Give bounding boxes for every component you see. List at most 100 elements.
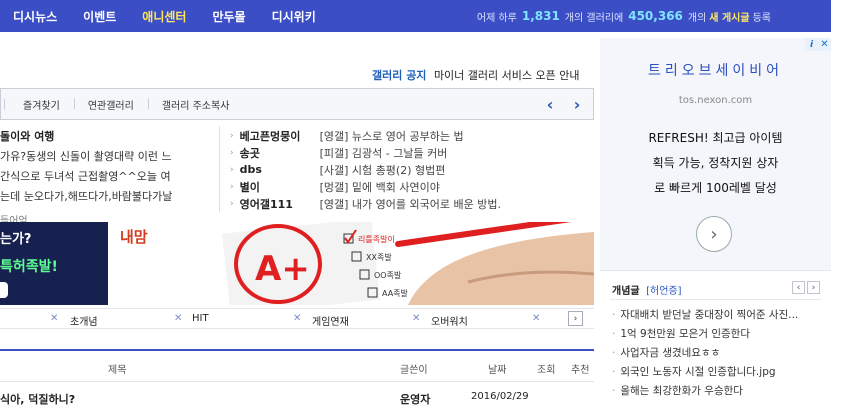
close-icon[interactable]: ✕ bbox=[293, 313, 301, 324]
column-header-date: 날짜 bbox=[488, 365, 507, 376]
main-nav: 디시뉴스 이벤트 애니센터 만두몰 디시위키 bbox=[0, 0, 329, 32]
stats-post-count: 450,366 bbox=[628, 9, 683, 23]
column-header-writer: 글쓴이 bbox=[400, 365, 428, 376]
bullet-icon: · bbox=[612, 309, 616, 321]
featured-post-line: 간식으로 두녀석 근접촬영^^오늘 여 bbox=[0, 170, 171, 183]
notice-tag: 갤러리 공지 bbox=[372, 69, 427, 82]
banner-check-label: OO족발 bbox=[374, 270, 402, 280]
chevron-left-icon[interactable]: ‹ bbox=[792, 281, 805, 294]
concept-list: · 자대배치 받던날 중대장이 찍어준 사진... · 1억 9천만원 모은거 인증… bbox=[612, 307, 826, 402]
bullet-icon: › bbox=[230, 181, 234, 192]
nav-item-animecenter[interactable]: 애니센터 bbox=[129, 8, 199, 25]
list-item[interactable]: · 외국인 노동자 시절 인증합니다.jpg bbox=[612, 364, 826, 383]
tag-item[interactable]: 오버워치 bbox=[431, 313, 468, 328]
close-icon[interactable]: ✕ bbox=[532, 313, 540, 324]
table-row[interactable]: 식아, 덕질하니? 운영자 2016/02/29 bbox=[0, 383, 594, 411]
category-tag-row: ✕ 초개념 ✕ HIT ✕ 게임연재 ✕ 오버워치 ✕ › bbox=[0, 308, 594, 329]
nav-item-event[interactable]: 이벤트 bbox=[70, 8, 129, 25]
ad-banner[interactable]: i ✕ 트리오브세이비어 tos.nexon.com REFRESH! 최고급 … bbox=[600, 38, 831, 270]
chevron-right-icon[interactable]: › bbox=[696, 216, 732, 252]
list-item[interactable]: · 사업자금 생겼네요ㅎㅎ bbox=[612, 345, 826, 364]
list-item-title: [사갤] 시험 총평(2) 형법편 bbox=[319, 163, 446, 177]
list-item[interactable]: › 베고픈멍뭉이 [영갤] 뉴스로 영어 공부하는 법 bbox=[230, 128, 595, 145]
banner-line: 는가? bbox=[0, 232, 32, 247]
list-item-author: 별이 bbox=[239, 180, 260, 194]
post-date: 2016/02/29 bbox=[471, 391, 529, 402]
promo-banner-left[interactable]: 는가? 특허족발! bbox=[0, 222, 108, 305]
banner-artwork: A+ 리틀족발이 XX족발 OO족발 AA족발 내맘 bbox=[120, 222, 594, 305]
tag-item[interactable]: 게임연재 bbox=[312, 313, 349, 328]
featured-post-line: 는데 눈오다가,해뜨다가,바람불다가날 bbox=[0, 190, 173, 203]
list-item-title: 자대배치 받던날 중대장이 찍어준 사진... bbox=[620, 309, 799, 321]
promo-banner-main[interactable]: A+ 리틀족발이 XX족발 OO족발 AA족발 내맘 bbox=[108, 222, 594, 305]
bullet-icon: · bbox=[612, 328, 616, 340]
banner-check-label: XX족발 bbox=[366, 252, 392, 262]
list-item[interactable]: · 자대배치 받던날 중대장이 찍어준 사진... bbox=[612, 307, 826, 326]
list-item[interactable]: › dbs [사갤] 시험 총평(2) 형법편 bbox=[230, 162, 595, 179]
close-icon[interactable]: ✕ bbox=[412, 313, 420, 324]
ad-body-line: REFRESH! 최고급 아이템 bbox=[648, 131, 783, 145]
featured-post-title: 돌이와 여행 bbox=[0, 130, 55, 143]
info-icon[interactable]: i bbox=[805, 38, 818, 51]
chevron-right-icon[interactable]: › bbox=[566, 93, 588, 115]
banner-shape bbox=[0, 282, 8, 298]
nav-item-mandumall[interactable]: 만두몰 bbox=[199, 8, 258, 25]
featured-post[interactable]: 돌이와 여행 가유?동생의 신돌이 촬영대략 이런 느 간식으로 두녀석 근접촬… bbox=[0, 128, 215, 227]
chevron-right-icon[interactable]: › bbox=[568, 311, 583, 326]
nav-item-dcnews[interactable]: 디시뉴스 bbox=[0, 8, 70, 25]
page: 디시뉴스 이벤트 애니센터 만두몰 디시위키 어제 하루 1,831 개의 갤러… bbox=[0, 0, 850, 411]
chevron-left-icon[interactable]: ‹ bbox=[539, 93, 561, 115]
concept-divider bbox=[610, 299, 821, 300]
concept-subtitle[interactable]: [허언증] bbox=[646, 286, 681, 297]
post-title[interactable]: 식아, 덕질하니? bbox=[0, 391, 75, 407]
tag-item[interactable]: HIT bbox=[192, 313, 209, 324]
ad-body-line: 로 빠르게 100레벨 달성 bbox=[654, 181, 777, 195]
favorites-button[interactable]: 즐겨찾기 bbox=[9, 97, 74, 112]
chevron-right-icon[interactable]: › bbox=[807, 281, 820, 294]
bullet-icon: › bbox=[230, 148, 234, 159]
close-icon[interactable]: ✕ bbox=[818, 38, 831, 51]
grade-text: A+ bbox=[255, 249, 310, 289]
notice-text: 마이너 갤러리 서비스 오픈 안내 bbox=[433, 69, 580, 82]
post-writer[interactable]: 운영자 bbox=[400, 391, 430, 407]
concept-title: 개념글 bbox=[612, 286, 640, 297]
hot-post-list: › 베고픈멍뭉이 [영갤] 뉴스로 영어 공부하는 법 › 송곳 [피갤] 김광… bbox=[230, 128, 595, 212]
list-item-title: [영갤] 뉴스로 영어 공부하는 법 bbox=[319, 130, 464, 144]
column-header-views: 조회 bbox=[537, 365, 556, 376]
tag-item[interactable]: 초개념 bbox=[70, 313, 98, 328]
bullet-icon: › bbox=[230, 198, 234, 209]
list-item-title: [피갤] 김광석 - 그날들 커버 bbox=[319, 147, 448, 161]
nav-item-dcwiki[interactable]: 디시위키 bbox=[259, 8, 329, 25]
list-item-title: 외국인 노동자 시절 인증합니다.jpg bbox=[620, 366, 776, 378]
related-gallery-button[interactable]: 연관갤러리 bbox=[73, 97, 148, 112]
board-header: 제목 글쓴이 날짜 조회 추천 bbox=[0, 351, 594, 382]
gallery-notice[interactable]: 갤러리 공지 마이너 갤러리 서비스 오픈 안내 bbox=[372, 67, 579, 83]
close-icon[interactable]: ✕ bbox=[174, 313, 182, 324]
list-item-title: [멍갤] 밑에 백회 사연이야 bbox=[319, 180, 440, 194]
ad-body-line: 획득 가능, 정착지원 상자 bbox=[652, 156, 779, 170]
daily-stats: 어제 하루 1,831 개의 갤러리에 450,366 개의 새 게시글 등록 bbox=[477, 0, 771, 32]
copy-address-button[interactable]: 갤러리 주소복사 bbox=[147, 97, 244, 112]
list-item[interactable]: · 1억 9천만원 모은거 인증한다 bbox=[612, 326, 826, 345]
ad-url: tos.nexon.com bbox=[678, 95, 753, 106]
hand-shape bbox=[408, 232, 594, 305]
ad-body: REFRESH! 최고급 아이템 획득 가능, 정착지원 상자 로 빠르게 10… bbox=[600, 126, 831, 201]
list-item-title: 1억 9천만원 모은거 인증한다 bbox=[620, 328, 750, 340]
stats-mid: 개의 갤러리에 bbox=[564, 12, 624, 24]
list-item-author: 베고픈멍뭉이 bbox=[239, 130, 301, 144]
list-item[interactable]: · 올해는 최강한화가 우승한다 bbox=[612, 383, 826, 402]
close-icon[interactable]: ✕ bbox=[50, 313, 58, 324]
content-divider bbox=[219, 126, 220, 212]
bullet-icon: · bbox=[612, 347, 616, 359]
stats-highlight: 새 게시글 bbox=[709, 12, 750, 24]
list-item[interactable]: › 별이 [멍갤] 밑에 백회 사연이야 bbox=[230, 178, 595, 195]
list-item[interactable]: › 영어갤111 [영갤] 내가 영어를 외국어로 배운 방법. bbox=[230, 195, 595, 212]
featured-post-line: 가유?동생의 신돌이 촬영대략 이런 느 bbox=[0, 150, 172, 163]
toolbar-divider bbox=[4, 99, 5, 110]
stats-prefix: 어제 하루 bbox=[476, 12, 517, 24]
list-item-title: 사업자금 생겼네요ㅎㅎ bbox=[620, 347, 721, 359]
stats-suffix-pre: 개의 bbox=[687, 12, 707, 24]
list-item[interactable]: › 송곳 [피갤] 김광석 - 그날들 커버 bbox=[230, 145, 595, 162]
banner-check-label: 리틀족발이 bbox=[358, 234, 395, 244]
banner-check-label: AA족발 bbox=[382, 288, 409, 298]
